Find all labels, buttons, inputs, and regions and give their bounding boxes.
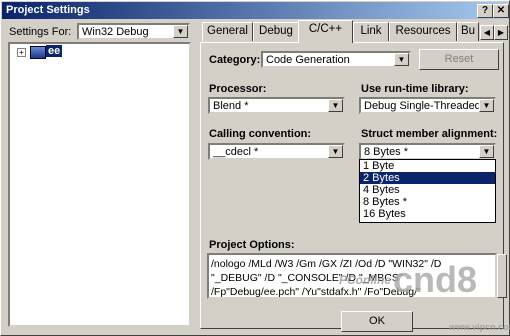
settings-for-label: Settings For: <box>9 26 72 38</box>
chevron-down-icon[interactable]: ▼ <box>394 53 409 66</box>
calling-convention-value: __cdecl * <box>213 146 259 158</box>
dropdown-option-selected[interactable]: 2 Bytes <box>360 172 495 184</box>
project-options-label: Project Options: <box>209 239 295 251</box>
processor-label: Processor: <box>209 83 267 95</box>
struct-alignment-label: Struct member alignment: <box>361 128 498 140</box>
category-combo[interactable]: Code Generation ▼ <box>261 51 411 68</box>
struct-alignment-combo[interactable]: 8 Bytes * ▼ <box>359 143 496 160</box>
reset-button[interactable]: Reset <box>419 49 499 70</box>
struct-alignment-dropdown[interactable]: 1 Byte 2 Bytes 4 Bytes 8 Bytes * 16 Byte… <box>359 159 496 223</box>
chevron-down-icon[interactable]: ▼ <box>328 99 343 112</box>
tab-scroll-right-icon[interactable]: ▶ <box>494 25 508 40</box>
tab-resources[interactable]: Resources <box>389 22 457 41</box>
calling-convention-combo[interactable]: __cdecl * ▼ <box>208 143 345 160</box>
tab-c-cpp[interactable]: C/C++ <box>298 20 353 43</box>
project-options-scrollbar[interactable] <box>497 254 507 298</box>
tab-debug[interactable]: Debug <box>253 22 299 41</box>
help-button[interactable]: ? <box>477 4 493 18</box>
runtime-combo[interactable]: Debug Single-Threaded ▼ <box>359 97 496 114</box>
tab-browse[interactable]: Bu <box>457 22 479 41</box>
runtime-label: Use run-time library: <box>361 83 469 95</box>
settings-for-value: Win32 Debug <box>82 26 149 38</box>
tab-general[interactable]: General <box>202 22 253 41</box>
project-icon <box>30 46 46 59</box>
close-button[interactable]: ✕ <box>493 4 509 18</box>
project-settings-window: Project Settings ? ✕ Settings For: Win32… <box>0 0 510 336</box>
settings-for-combo[interactable]: Win32 Debug ▼ <box>77 23 190 40</box>
category-value: Code Generation <box>266 54 350 66</box>
project-tree[interactable]: + ee <box>8 42 191 327</box>
calling-convention-label: Calling convention: <box>209 128 312 140</box>
chevron-down-icon[interactable]: ▼ <box>173 25 188 38</box>
chevron-down-icon[interactable]: ▼ <box>479 99 494 112</box>
dropdown-option[interactable]: 8 Bytes * <box>360 196 495 208</box>
processor-combo[interactable]: Blend * ▼ <box>208 97 345 114</box>
dropdown-option[interactable]: 16 Bytes <box>360 208 495 220</box>
project-options-textarea[interactable]: /nologo /MLd /W3 /Gm /GX /ZI /Od /D "WIN… <box>207 253 497 299</box>
tab-scroll-left-icon[interactable]: ◀ <box>480 25 494 40</box>
dropdown-option[interactable]: 1 Byte <box>360 160 495 172</box>
ok-button[interactable]: OK <box>341 311 413 332</box>
project-options-line: "_DEBUG" /D "_CONSOLE" /D "_MBCS" <box>211 272 403 284</box>
struct-alignment-value: 8 Bytes * <box>364 146 409 158</box>
runtime-value: Debug Single-Threaded <box>364 100 481 112</box>
category-label: Category: <box>209 54 261 66</box>
window-title: Project Settings <box>6 4 90 16</box>
processor-value: Blend * <box>213 100 249 112</box>
tab-link[interactable]: Link <box>353 22 389 41</box>
chevron-down-icon[interactable]: ▼ <box>328 145 343 158</box>
expand-icon[interactable]: + <box>17 48 26 57</box>
project-options-line: /nologo /MLd /W3 /Gm /GX /ZI /Od /D "WIN… <box>211 258 442 270</box>
chevron-down-icon[interactable]: ▼ <box>479 145 494 158</box>
title-bar: Project Settings ? ✕ <box>2 2 509 19</box>
dropdown-option[interactable]: 4 Bytes <box>360 184 495 196</box>
project-options-line: /Fp"Debug/ee.pch" /Yu"stdafx.h" /Fo"Debu… <box>211 286 421 298</box>
tree-item-ee[interactable]: ee <box>46 45 63 57</box>
